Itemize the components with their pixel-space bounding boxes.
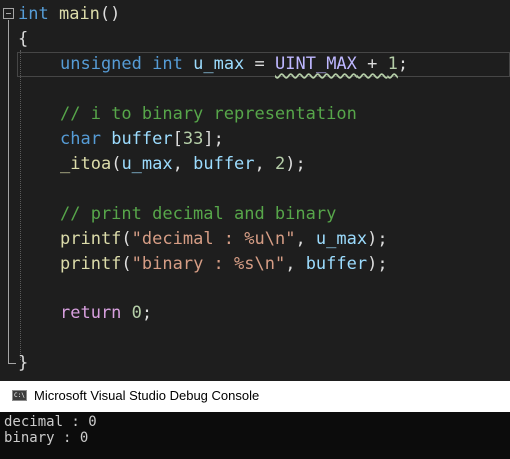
outline-guide-end (8, 363, 16, 364)
code-line-7[interactable]: _itoa(u_max, buffer, 2); (60, 152, 306, 177)
comment: // print decimal and binary (60, 204, 337, 224)
operator: = (244, 54, 276, 74)
code-line-9[interactable]: // print decimal and binary (60, 202, 336, 227)
console-title: Microsoft Visual Studio Debug Console (34, 388, 260, 403)
punctuation: ( (111, 154, 122, 174)
number: 2 (275, 154, 286, 174)
collapse-toggle-icon[interactable] (3, 8, 14, 19)
brace: } (18, 353, 29, 373)
punctuation: ]; (203, 129, 224, 149)
keyword: int (152, 54, 183, 74)
code-line-10[interactable]: printf("decimal : %u\n", u_max); (60, 227, 388, 252)
keyword: int (18, 4, 49, 24)
code-editor[interactable]: int main() { unsigned int u_max = UINT_M… (0, 0, 510, 381)
variable: buffer (305, 254, 368, 274)
code-line-3[interactable]: unsigned int u_max = UINT_MAX + 1; (60, 52, 408, 77)
punctuation: ); (367, 254, 388, 274)
function-name: _itoa (60, 154, 112, 174)
keyword: unsigned (60, 54, 142, 74)
number: 1 (387, 54, 398, 74)
console-output[interactable]: decimal : 0 binary : 0 (0, 412, 510, 459)
code-line-2[interactable]: { (18, 27, 28, 52)
console-title-bar[interactable]: Microsoft Visual Studio Debug Console (0, 381, 510, 412)
string-literal: "binary : %s\n" (131, 254, 286, 274)
code-line-13[interactable]: return 0; (60, 301, 152, 326)
function-name: printf (60, 229, 122, 249)
console-output-line: binary : 0 (4, 430, 89, 446)
punctuation: ; (397, 54, 409, 74)
variable: buffer (111, 129, 173, 149)
comment: // i to binary representation (60, 104, 357, 124)
keyword: char (60, 129, 101, 149)
operator: + (356, 54, 388, 74)
number: 0 (131, 303, 142, 323)
outline-guide (8, 20, 9, 364)
punctuation: ( (121, 254, 132, 274)
code-line-5[interactable]: // i to binary representation (60, 102, 357, 127)
indent-guide (20, 50, 21, 360)
punctuation: ); (367, 229, 388, 249)
punctuation: , (254, 154, 276, 174)
code-line-6[interactable]: char buffer[33]; (60, 127, 224, 152)
keyword-return: return (60, 303, 122, 323)
punctuation: () (99, 4, 121, 24)
punctuation: , (295, 229, 316, 249)
punctuation: ); (285, 154, 306, 174)
console-output-line: decimal : 0 (4, 414, 97, 430)
punctuation: [ (172, 129, 183, 149)
number: 33 (182, 129, 204, 149)
macro: UINT_MAX (275, 54, 357, 74)
console-icon (12, 390, 27, 401)
variable: u_max (315, 229, 368, 249)
punctuation: , (285, 254, 306, 274)
string-literal: "decimal : %u\n" (131, 229, 296, 249)
variable: buffer (193, 154, 255, 174)
variable: u_max (121, 154, 173, 174)
variable: u_max (193, 54, 245, 74)
punctuation: ; (141, 303, 153, 323)
code-line-1[interactable]: int main() (18, 2, 120, 27)
punctuation: , (172, 154, 194, 174)
punctuation: ( (121, 229, 132, 249)
function-name: printf (60, 254, 122, 274)
brace: { (18, 29, 29, 49)
code-line-11[interactable]: printf("binary : %s\n", buffer); (60, 252, 388, 277)
function-name: main (58, 4, 100, 24)
code-line-15[interactable]: } (18, 351, 28, 376)
